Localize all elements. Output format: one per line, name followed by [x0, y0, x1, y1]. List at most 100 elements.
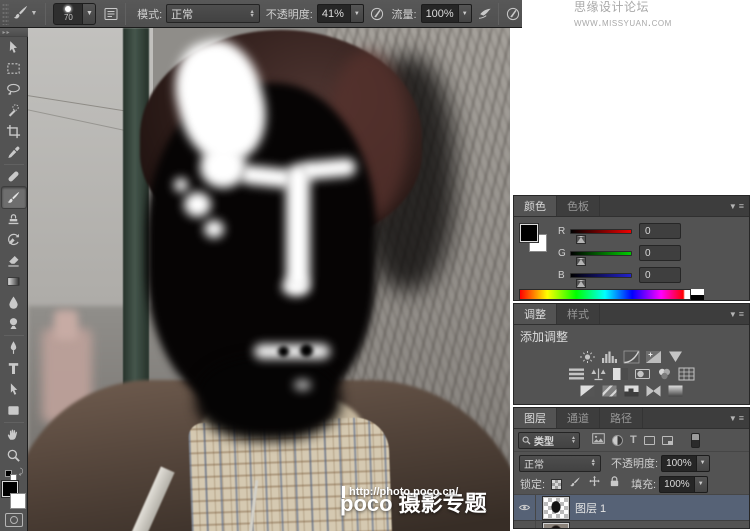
layer-filter-toggle[interactable]: [690, 432, 700, 448]
panel-menu-icon[interactable]: ▼ ≡: [729, 408, 749, 428]
spectrum-bw-cells[interactable]: [691, 289, 704, 300]
visibility-toggle[interactable]: [514, 521, 536, 528]
pixel-layer-filter-icon[interactable]: [592, 431, 605, 449]
tab-layers[interactable]: 图层: [514, 408, 557, 428]
panel-menu-icon[interactable]: ▼ ≡: [729, 304, 749, 324]
layer-thumbnail[interactable]: [543, 522, 569, 528]
smart-object-filter-icon[interactable]: [661, 435, 673, 445]
gradient-tool[interactable]: [2, 271, 26, 292]
lock-transparent-pixels-icon[interactable]: [551, 478, 563, 490]
airbrush-icon[interactable]: [476, 4, 494, 23]
layer-row-layer1[interactable]: 图层 1: [514, 495, 749, 521]
blue-slider-thumb[interactable]: [577, 279, 585, 287]
blend-mode-dropdown[interactable]: 正常 ▲ ▼: [166, 4, 260, 23]
layer-fill-arrow[interactable]: ▼: [694, 475, 708, 493]
lock-image-pixels-icon[interactable]: [569, 475, 581, 493]
lasso-tool[interactable]: [2, 79, 26, 100]
gradient-map-icon[interactable]: [645, 384, 662, 398]
color-spectrum-ramp[interactable]: [519, 289, 691, 300]
brush-preset-picker[interactable]: 70 ▼: [53, 2, 97, 25]
red-slider-thumb[interactable]: [577, 235, 585, 243]
eraser-tool[interactable]: [2, 250, 26, 271]
black-white-icon[interactable]: [612, 367, 629, 381]
layer-name[interactable]: 图层 1: [575, 500, 606, 516]
threshold-icon[interactable]: [623, 384, 640, 398]
dodge-tool[interactable]: [2, 313, 26, 334]
brush-tool[interactable]: [1, 187, 26, 208]
default-swap-colors-icons[interactable]: ⤸: [4, 467, 24, 481]
layer-opacity-value[interactable]: 100%: [661, 454, 697, 472]
adjustment-layer-filter-icon[interactable]: [612, 434, 623, 446]
selective-color-icon[interactable]: [667, 384, 684, 398]
flow-control[interactable]: 100% ▼: [420, 4, 472, 23]
levels-icon[interactable]: [601, 350, 618, 364]
quick-selection-tool[interactable]: [2, 100, 26, 121]
history-brush-tool[interactable]: [2, 229, 26, 250]
opacity-value[interactable]: 41%: [316, 4, 351, 23]
panel-foreground-swatch[interactable]: [520, 224, 538, 242]
toolbox-header[interactable]: ▸▸: [0, 28, 28, 37]
tablet-pressure-size-icon[interactable]: [504, 4, 522, 23]
filter-type-dropdown[interactable]: 类型 ▲ ▼: [518, 431, 580, 449]
shape-layer-filter-icon[interactable]: [643, 435, 655, 445]
path-selection-tool[interactable]: [2, 379, 26, 400]
pen-tool[interactable]: [2, 337, 26, 358]
flow-value[interactable]: 100%: [420, 4, 459, 23]
tablet-pressure-opacity-icon[interactable]: [368, 4, 386, 23]
rectangle-shape-tool[interactable]: [2, 400, 26, 421]
tab-channels[interactable]: 通道: [557, 408, 600, 428]
tab-paths[interactable]: 路径: [600, 408, 643, 428]
red-value-field[interactable]: 0: [639, 223, 681, 239]
move-tool[interactable]: [2, 37, 26, 58]
lock-all-icon[interactable]: [608, 475, 621, 493]
blue-slider[interactable]: [570, 272, 632, 287]
red-slider[interactable]: [570, 228, 632, 243]
color-balance-icon[interactable]: [590, 367, 607, 381]
toggle-brush-panel-button[interactable]: [102, 4, 120, 23]
tab-color[interactable]: 颜色: [514, 196, 557, 216]
horizontal-type-tool[interactable]: [2, 358, 26, 379]
exposure-icon[interactable]: [645, 350, 662, 364]
document-canvas[interactable]: poco 摄影专题 http://photo.poco.cn/: [28, 28, 510, 531]
rectangular-marquee-tool[interactable]: [2, 58, 26, 79]
eyedropper-tool[interactable]: [2, 142, 26, 163]
lock-position-icon[interactable]: [588, 475, 601, 493]
clone-stamp-tool[interactable]: [2, 208, 26, 229]
layer-thumbnail[interactable]: [543, 496, 569, 519]
tab-swatches[interactable]: 色板: [557, 196, 600, 216]
layer-opacity-control[interactable]: 100% ▼: [661, 454, 710, 472]
channel-mixer-icon[interactable]: [656, 367, 673, 381]
crop-tool[interactable]: [2, 121, 26, 142]
curves-icon[interactable]: [623, 350, 640, 364]
layer-row-background[interactable]: 背景: [514, 521, 749, 529]
posterize-icon[interactable]: [601, 384, 618, 398]
flow-dropdown-arrow[interactable]: ▼: [458, 4, 472, 23]
green-value-field[interactable]: 0: [639, 245, 681, 261]
opacity-dropdown-arrow[interactable]: ▼: [350, 4, 364, 23]
panel-menu-icon[interactable]: ▼ ≡: [729, 196, 749, 216]
layer-fill-control[interactable]: 100% ▼: [659, 475, 708, 493]
spot-healing-brush-tool[interactable]: [2, 166, 26, 187]
options-bar-grip[interactable]: [2, 2, 9, 25]
brightness-contrast-icon[interactable]: [579, 350, 596, 364]
photo-filter-icon[interactable]: [634, 367, 651, 381]
quick-mask-button[interactable]: [4, 513, 23, 527]
tab-styles[interactable]: 样式: [557, 304, 600, 324]
layer-name[interactable]: 背景: [575, 526, 597, 529]
opacity-control[interactable]: 41% ▼: [316, 4, 364, 23]
blur-tool[interactable]: [2, 292, 26, 313]
visibility-toggle[interactable]: [514, 495, 536, 520]
hand-tool[interactable]: [2, 424, 26, 445]
green-slider[interactable]: [570, 250, 632, 265]
layer-opacity-arrow[interactable]: ▼: [696, 454, 710, 472]
zoom-tool[interactable]: [2, 445, 26, 466]
layer-blend-mode-dropdown[interactable]: 正常 ▲ ▼: [519, 454, 601, 472]
background-color-swatch[interactable]: [9, 493, 26, 509]
brush-preset-arrow[interactable]: ▼: [83, 2, 97, 25]
invert-icon[interactable]: [579, 384, 596, 398]
blue-value-field[interactable]: 0: [639, 267, 681, 283]
layer-fill-value[interactable]: 100%: [659, 475, 695, 493]
type-layer-filter-icon[interactable]: T: [630, 434, 637, 446]
tab-adjustments[interactable]: 调整: [514, 304, 557, 324]
current-tool-button[interactable]: ▼: [9, 2, 41, 26]
